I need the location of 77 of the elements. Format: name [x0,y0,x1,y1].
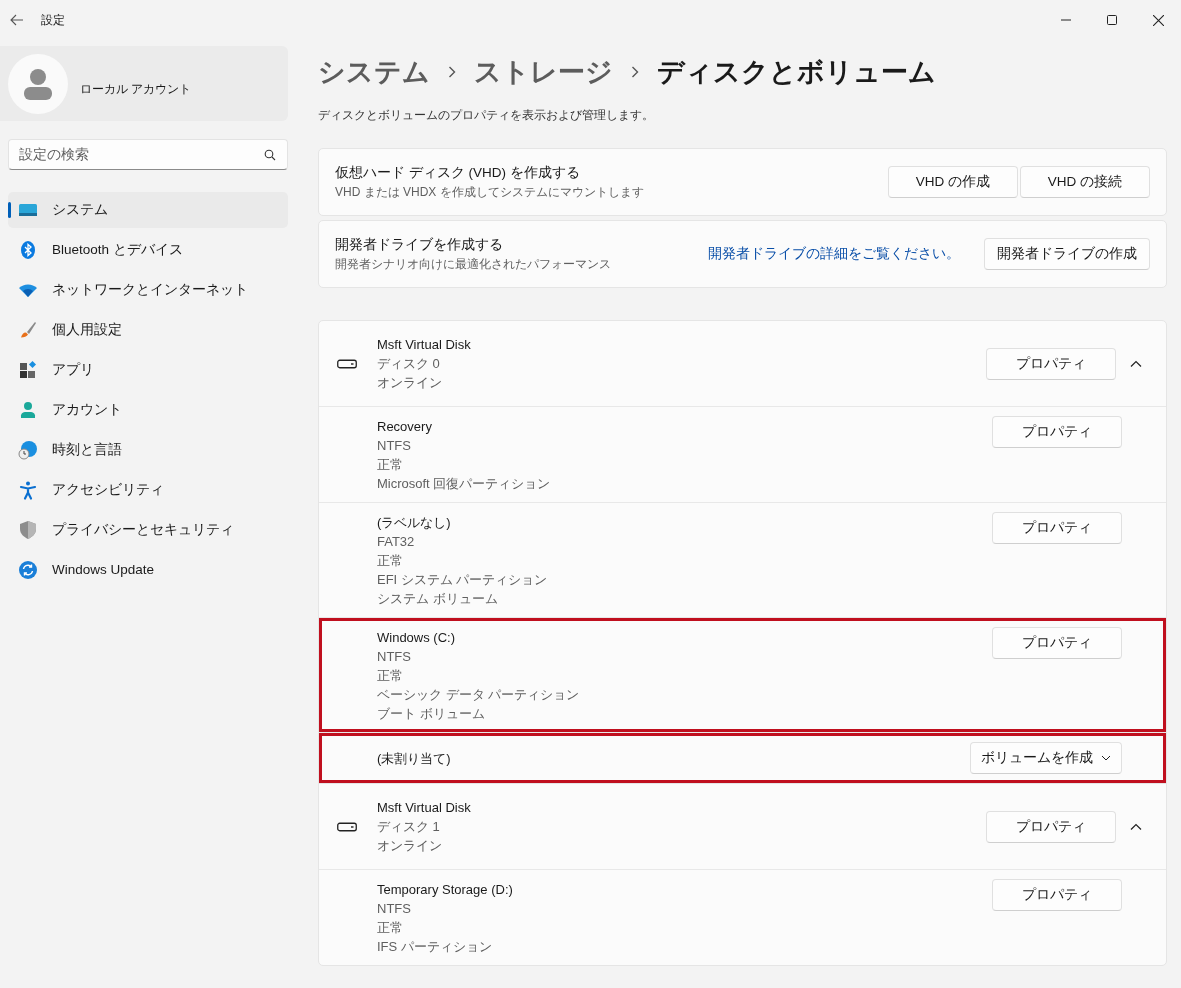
back-arrow-icon [10,13,24,27]
partition-detail: NTFS [377,900,412,918]
breadcrumb-link[interactable]: システム [318,51,430,93]
nav-item[interactable]: 個人用設定 [8,312,288,348]
nav-item[interactable]: 時刻と言語 [8,432,288,468]
window-title: 設定 [41,12,65,29]
paintbrush-icon [18,320,38,340]
partition-detail: 正常 [377,919,404,937]
card-title: 開発者ドライブを作成する [335,235,504,254]
apps-icon [18,360,38,380]
create-volume-button[interactable]: ボリュームを作成 [970,742,1122,774]
action-button[interactable]: 開発者ドライブの作成 [984,238,1150,270]
chevron-icon [1130,358,1142,370]
partition-detail: IFS パーティション [377,938,493,956]
properties-button[interactable]: プロパティ [986,348,1116,380]
maximize-icon [1107,15,1117,25]
accessibility-icon [18,480,38,500]
nav-item[interactable]: Windows Update [8,552,288,588]
nav-item[interactable]: ネットワークとインターネット [8,272,288,308]
account-name: ローカル アカウント [80,80,192,98]
search-field[interactable]: 設定の検索 [8,139,288,170]
chevron-icon [1130,821,1142,833]
properties-button[interactable]: プロパティ [992,416,1122,448]
action-button[interactable]: VHD の作成 [888,166,1018,198]
partition-detail: ベーシック データ パーティション [377,686,581,704]
partition-detail: 正常 [377,456,404,474]
partition-detail: 正常 [377,552,404,570]
account-card[interactable]: ローカル アカウント [0,46,288,121]
disk-detail: ディスク 0 [377,355,441,373]
page-title: ディスクとボリューム [657,55,936,89]
partition-detail: NTFS [377,648,412,666]
partition-detail: FAT32 [377,533,416,551]
card-subtitle: VHD または VHDX を作成してシステムにマウントします [335,184,645,202]
disk-detail: オンライン [377,374,443,392]
partition-detail: Microsoft 回復パーティション [377,475,552,493]
breadcrumb-link[interactable]: ストレージ [474,51,613,93]
nav-item[interactable]: プライバシーとセキュリティ [8,512,288,548]
drive-icon [337,822,357,832]
nav-item[interactable]: Bluetooth とデバイス [8,232,288,268]
nav-item[interactable]: アプリ [8,352,288,388]
chevron-icon [631,66,639,78]
properties-button[interactable]: プロパティ [992,627,1122,659]
nav-item[interactable]: アカウント [8,392,288,428]
disk-name: Msft Virtual Disk [377,799,472,817]
globe-clock-icon [18,440,38,460]
partition-name: Temporary Storage (D:) [377,881,514,899]
chevron-icon [448,66,456,78]
properties-button[interactable]: プロパティ [992,512,1122,544]
partition-name: (ラベルなし) [377,514,452,532]
drive-icon [337,359,357,369]
close-icon [1152,14,1164,26]
action-button[interactable]: VHD の接続 [1020,166,1150,198]
bluetooth-icon [18,240,38,260]
page-description: ディスクとボリュームのプロパティを表示および管理します。 [318,107,655,124]
partition-detail: EFI システム パーティション [377,571,549,589]
partition-detail: 正常 [377,667,404,685]
partition-name: (未割り当て) [377,750,452,768]
partition-detail: ブート ボリューム [377,705,486,723]
nav-item[interactable]: システム [8,192,288,228]
shield-icon [18,520,38,540]
properties-button[interactable]: プロパティ [992,879,1122,911]
disk-detail: ディスク 1 [377,818,441,836]
partition-name: Windows (C:) [377,629,456,647]
details-link[interactable]: 開発者ドライブの詳細をご覧ください。 [708,243,960,265]
disk-name: Msft Virtual Disk [377,336,472,354]
disk-detail: オンライン [377,837,443,855]
search-icon [264,149,276,161]
caret-icon [1101,753,1111,763]
nav-item[interactable]: アクセシビリティ [8,472,288,508]
partition-detail: NTFS [377,437,412,455]
sync-icon [18,560,38,580]
properties-button[interactable]: プロパティ [986,811,1116,843]
partition-detail: システム ボリューム [377,590,499,608]
card-subtitle: 開発者シナリオ向けに最適化されたパフォーマンス [335,256,612,274]
person-icon [18,400,38,420]
partition-name: Recovery [377,418,433,436]
card-title: 仮想ハード ディスク (VHD) を作成する [335,163,581,182]
